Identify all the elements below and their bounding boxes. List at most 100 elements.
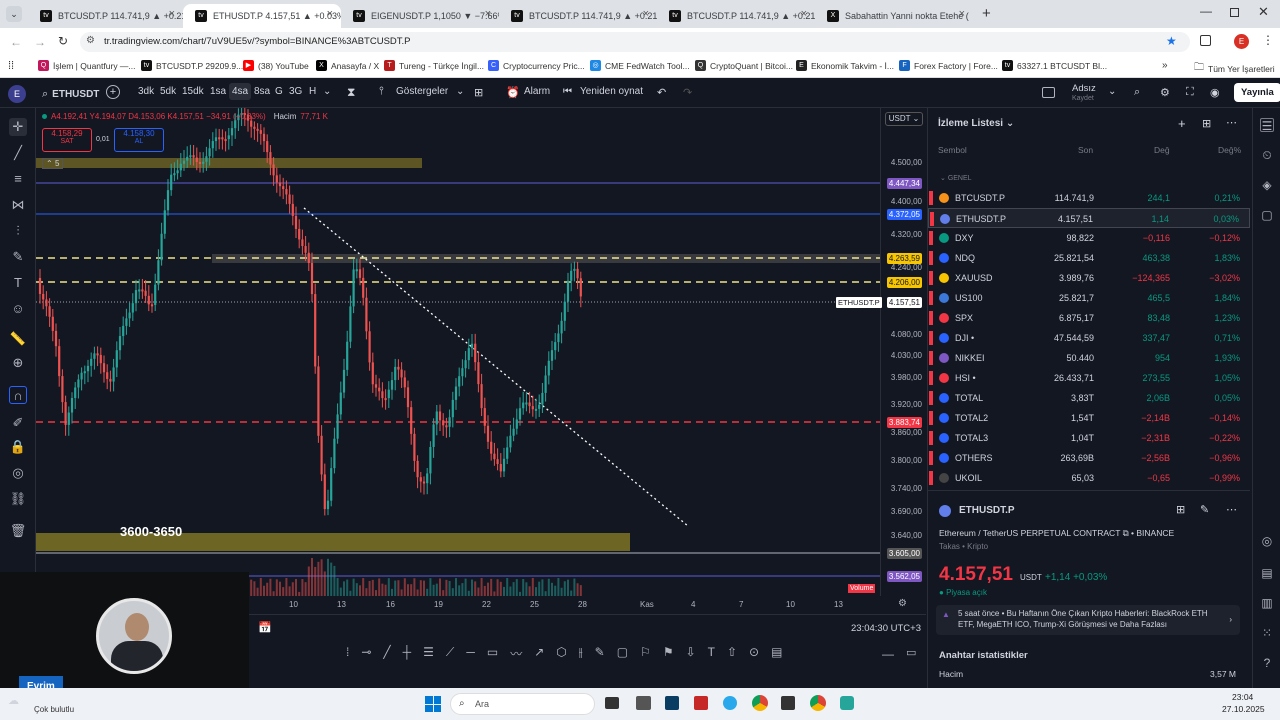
- all-bookmarks[interactable]: 🗀 Tüm Yer İşaretleri: [1194, 60, 1275, 77]
- chart-clock[interactable]: 23:04:30 UTC+3: [851, 623, 921, 634]
- apps-grid-icon[interactable]: ⁙: [1260, 626, 1274, 640]
- fib-icon[interactable]: ⫲: [579, 645, 583, 662]
- drag-handle-icon[interactable]: ⁞: [346, 645, 349, 662]
- watchlist-row[interactable]: DJI • 47.544,59 337,47 0,71%: [928, 328, 1250, 348]
- news-item[interactable]: ▲ 5 saat önce • Bu Haftanın Öne Çıkan Kri…: [936, 605, 1240, 635]
- grid-icon[interactable]: ⊞: [1176, 503, 1185, 516]
- chevron-down-icon[interactable]: ⌄: [1108, 86, 1116, 97]
- bookmark-4[interactable]: X Anasayfa / X: [316, 60, 379, 71]
- interval-3dk[interactable]: 3dk: [138, 86, 154, 97]
- sell-button[interactable]: 4.158,29 SAT: [42, 128, 92, 152]
- indicator-collapse[interactable]: ⌃ 5: [42, 158, 64, 169]
- interval-8sa[interactable]: 8sa: [254, 86, 270, 97]
- crosshair-icon[interactable]: ✛: [9, 118, 27, 136]
- ray-icon[interactable]: ─: [466, 645, 475, 662]
- lock-drawing-icon[interactable]: ✐: [9, 414, 27, 432]
- axis-settings-icon[interactable]: ⚙: [898, 598, 907, 609]
- watchlist-row[interactable]: ETHUSDT.P 4.157,51 1,14 0,03%: [928, 208, 1250, 228]
- signpost-icon[interactable]: ⚐: [640, 645, 651, 662]
- tab-list-button[interactable]: ⌄: [6, 6, 22, 22]
- browser-tab-2[interactable]: tv ETHUSDT.P 4.157,51 ▲ +0.03% ×: [183, 4, 341, 28]
- layout-icon[interactable]: ⊞: [474, 86, 483, 99]
- star-icon[interactable]: ★: [1166, 34, 1177, 48]
- publish-button[interactable]: Yayınla: [1234, 83, 1280, 102]
- symbol-search[interactable]: ⌕ ETHUSDT: [36, 82, 105, 106]
- more-icon[interactable]: ⋯: [1226, 116, 1237, 129]
- close-icon[interactable]: ×: [801, 8, 807, 20]
- windows-start-icon[interactable]: [425, 696, 441, 712]
- add-symbol-icon[interactable]: +: [1178, 116, 1186, 131]
- advanced-view-icon[interactable]: ⊞: [1202, 117, 1211, 130]
- alert-button[interactable]: Alarm: [524, 86, 550, 97]
- close-icon[interactable]: ×: [643, 8, 649, 20]
- buy-button[interactable]: 4.158,30 AL: [114, 128, 164, 152]
- chat-icon[interactable]: ▢: [1260, 208, 1274, 222]
- chevron-down-icon[interactable]: ⌄: [323, 86, 331, 97]
- link-icon[interactable]: ⛓: [9, 490, 27, 508]
- new-tab-button[interactable]: +: [982, 5, 991, 22]
- watchlist-row[interactable]: HSI • 26.433,71 273,55 1,05%: [928, 368, 1250, 388]
- watchlist-title[interactable]: İzleme Listesi ⌄: [938, 118, 1014, 129]
- text-icon[interactable]: T: [9, 274, 27, 292]
- watchlist-row[interactable]: DXY 98,822 −0,116 −0,12%: [928, 228, 1250, 248]
- app-icon[interactable]: [665, 696, 679, 710]
- channel-icon[interactable]: ☰: [423, 645, 434, 662]
- telegram-icon[interactable]: [723, 696, 737, 710]
- col-change[interactable]: Değ: [1154, 145, 1170, 155]
- watchlist-row[interactable]: XAUUSD 3.989,76 −124,365 −3,02%: [928, 268, 1250, 288]
- replay-button[interactable]: Yeniden oynat: [580, 86, 643, 97]
- magnet-icon[interactable]: ∩: [9, 386, 27, 404]
- ruler-icon[interactable]: ▤: [771, 645, 782, 662]
- interval-15dk[interactable]: 15dk: [182, 86, 204, 97]
- browser-tab-4[interactable]: tv BTCUSDT.P 114.741,9 ▲ +0.21% ×: [499, 4, 657, 28]
- col-change-pct[interactable]: Değ%: [1218, 145, 1241, 155]
- bookmark-5[interactable]: T Tureng - Türkçe İngil...: [384, 60, 484, 71]
- chrome-icon[interactable]: [752, 695, 768, 711]
- forecast-icon[interactable]: ⫶: [9, 222, 27, 240]
- layout-name[interactable]: Adsız: [1072, 83, 1096, 94]
- watchlist-row[interactable]: NIKKEI 50.440 954 1,93%: [928, 348, 1250, 368]
- app-icon[interactable]: [840, 696, 854, 710]
- bookmark-9[interactable]: E Ekonomik Takvim - İ...: [796, 60, 894, 71]
- edit-icon[interactable]: ✎: [1200, 503, 1209, 516]
- layout-select-icon[interactable]: [1042, 87, 1055, 98]
- apps-icon[interactable]: ⁞⁞: [8, 60, 14, 72]
- watchlist-row[interactable]: TOTAL3 1,04T −2,31B −0,22%: [928, 428, 1250, 448]
- chrome-icon[interactable]: [810, 695, 826, 711]
- weather-icon[interactable]: ☁: [8, 694, 19, 707]
- help-icon[interactable]: ?: [1260, 656, 1274, 670]
- indicators-button[interactable]: Göstergeler: [396, 86, 448, 97]
- interval-5dk[interactable]: 5dk: [160, 86, 176, 97]
- hline-icon[interactable]: ⊸: [361, 645, 371, 662]
- currency-select[interactable]: USDT ⌄: [885, 112, 923, 126]
- group-header[interactable]: ⌄ GENEL: [940, 174, 972, 182]
- vline-icon[interactable]: ┼: [403, 645, 412, 662]
- site-settings-icon[interactable]: ⚙: [86, 35, 95, 46]
- emoji-icon[interactable]: ☺: [9, 300, 27, 318]
- close-icon[interactable]: ×: [327, 8, 333, 20]
- pencil-icon[interactable]: ✎: [595, 645, 605, 662]
- taskbar-date[interactable]: 27.10.2025: [1222, 704, 1265, 714]
- trendline-icon[interactable]: ╱: [383, 645, 390, 662]
- path-icon[interactable]: 〰: [510, 645, 522, 662]
- bookmark-10[interactable]: F Forex Factory | Fore...: [899, 60, 998, 71]
- more-bookmarks-icon[interactable]: »: [1162, 60, 1168, 71]
- detail-symbol[interactable]: ETHUSDT.P: [959, 505, 1015, 516]
- user-avatar[interactable]: E: [8, 85, 26, 103]
- chevron-down-icon[interactable]: ⌄: [456, 86, 464, 97]
- curve-icon[interactable]: ↗: [534, 645, 544, 662]
- interval-1sa[interactable]: 1sa: [210, 86, 226, 97]
- fib-icon[interactable]: ≡: [9, 170, 27, 188]
- compare-add-icon[interactable]: +: [106, 85, 120, 99]
- bookmark-6[interactable]: C Cryptocurrency Pric...: [488, 60, 585, 71]
- quick-search-icon[interactable]: ⌕: [1134, 86, 1140, 99]
- watchlist-row[interactable]: TOTAL2 1,54T −2,14B −0,14%: [928, 408, 1250, 428]
- taskbar-time[interactable]: 23:04: [1232, 692, 1253, 702]
- interval-4sa[interactable]: 4sa: [229, 83, 252, 100]
- forward-icon[interactable]: →: [34, 35, 46, 49]
- ruler-icon[interactable]: 📏: [9, 330, 27, 348]
- fullscreen-icon[interactable]: ⛶: [1186, 86, 1194, 99]
- bookmark-3[interactable]: ▶ (38) YouTube: [243, 60, 309, 71]
- col-last[interactable]: Son: [1078, 145, 1093, 155]
- more-icon[interactable]: ⋯: [1226, 503, 1237, 516]
